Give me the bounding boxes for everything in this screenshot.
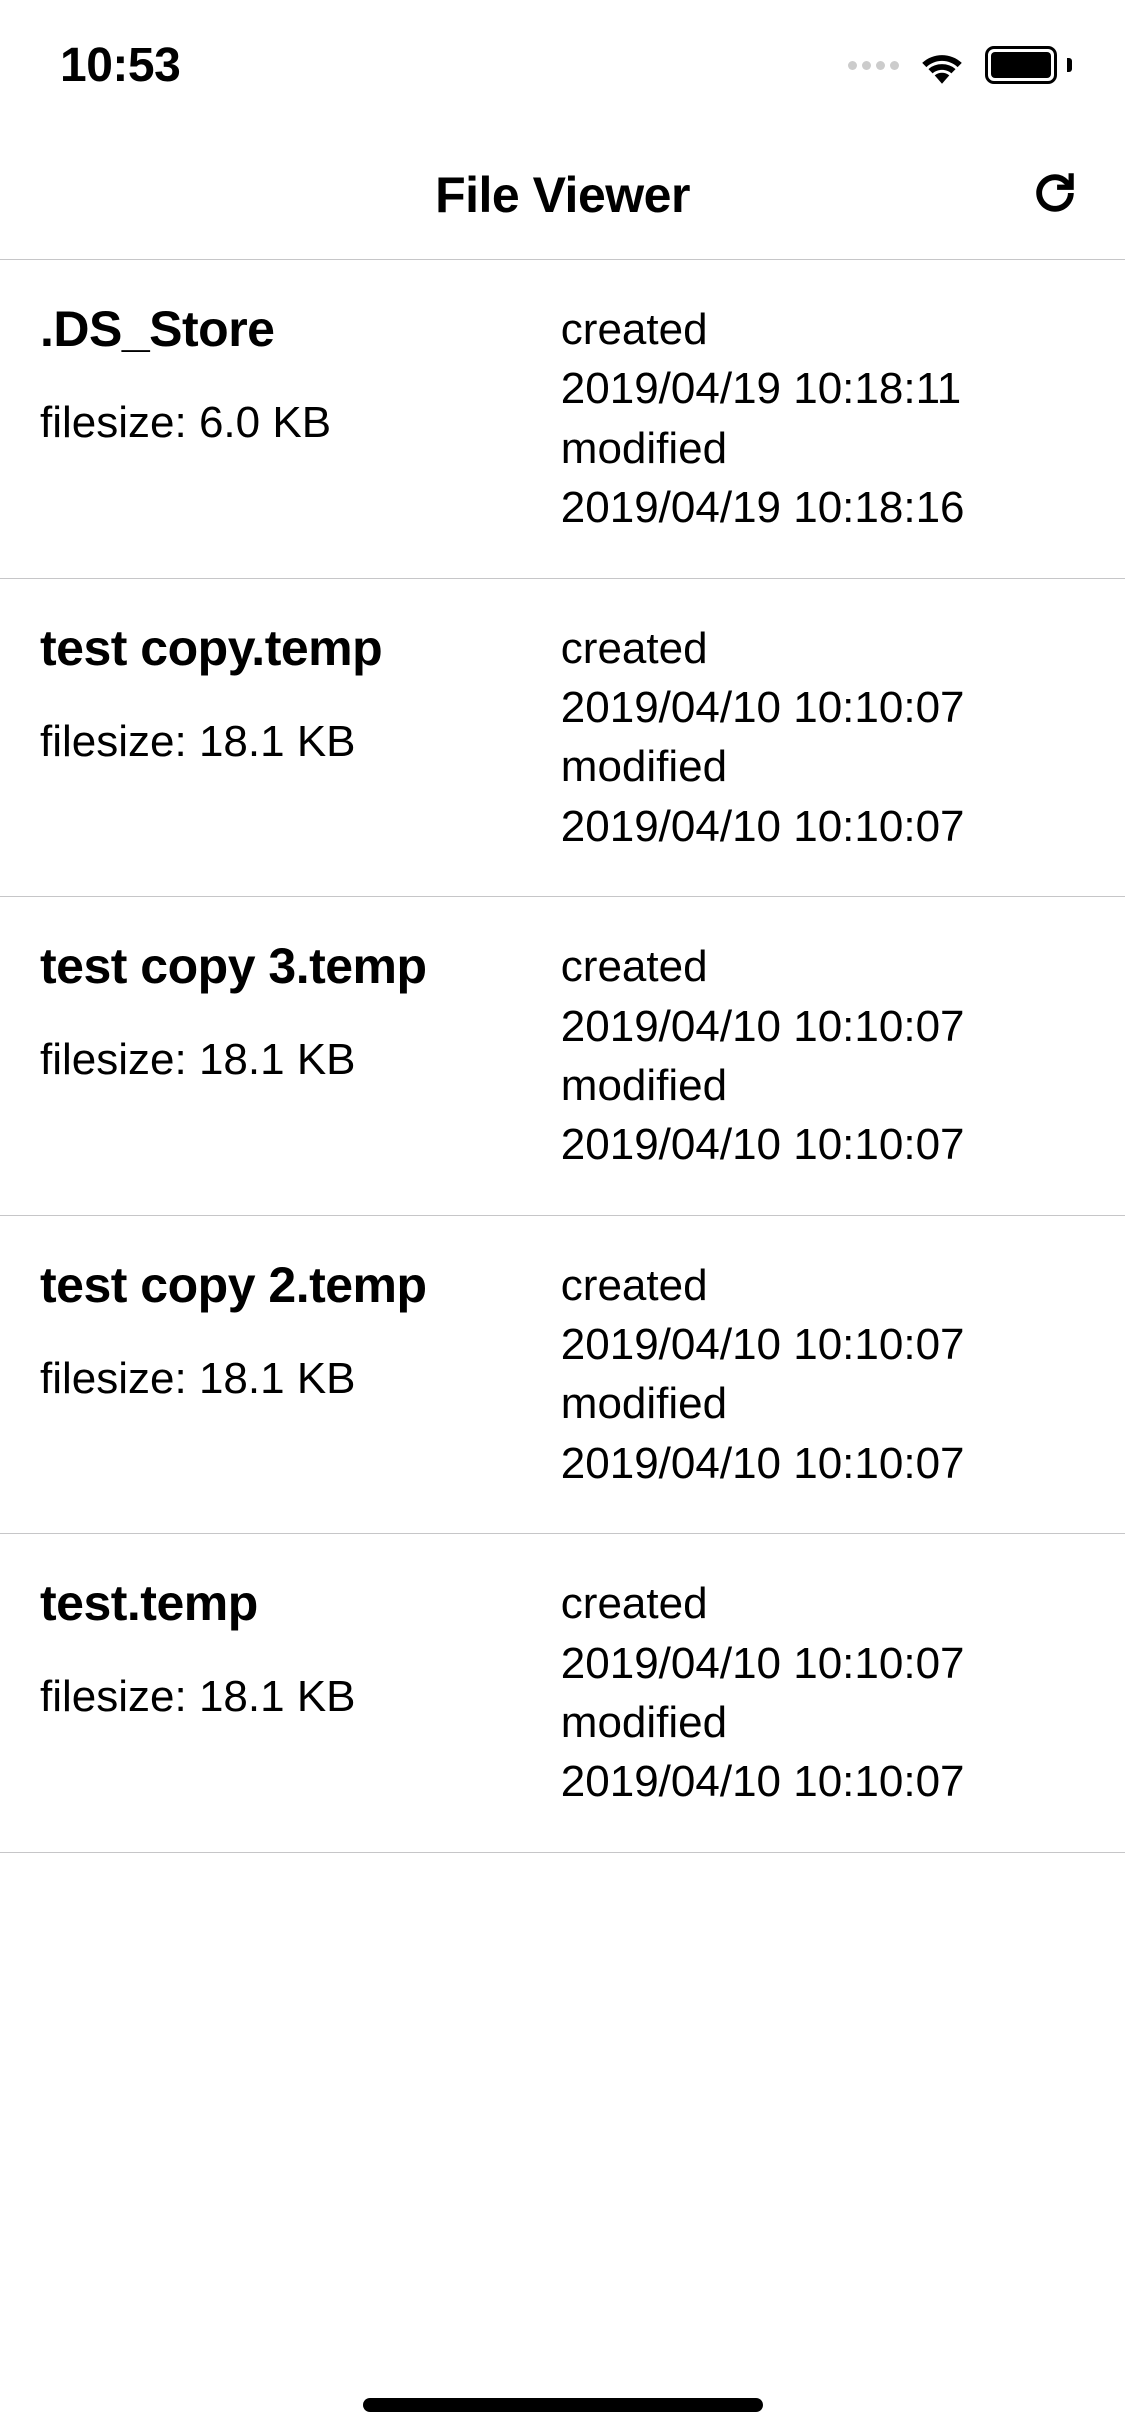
created-value: 2019/04/10 10:10:07 [561,1634,1125,1693]
status-time: 10:53 [60,38,180,93]
created-value: 2019/04/10 10:10:07 [561,1315,1125,1374]
refresh-icon [1030,168,1080,221]
created-label: created [561,1574,1125,1633]
file-size: filesize: 18.1 KB [40,1672,541,1722]
home-indicator[interactable] [363,2398,763,2412]
wifi-icon [917,46,967,84]
created-label: created [561,937,1125,996]
created-value: 2019/04/19 10:18:11 [561,359,1125,418]
page-title: File Viewer [435,166,690,224]
file-row[interactable]: test.temp filesize: 18.1 KB created 2019… [0,1534,1125,1853]
modified-label: modified [561,419,1125,478]
battery-icon [985,46,1065,84]
status-right [848,46,1065,84]
created-label: created [561,1256,1125,1315]
file-size: filesize: 18.1 KB [40,1354,541,1404]
modified-value: 2019/04/10 10:10:07 [561,797,1125,856]
file-row[interactable]: .DS_Store filesize: 6.0 KB created 2019/… [0,260,1125,579]
file-size: filesize: 18.1 KB [40,717,541,767]
created-label: created [561,300,1125,359]
modified-value: 2019/04/19 10:18:16 [561,478,1125,537]
created-label: created [561,619,1125,678]
created-value: 2019/04/10 10:10:07 [561,678,1125,737]
modified-label: modified [561,1374,1125,1433]
file-name: .DS_Store [40,300,541,358]
file-row[interactable]: test copy.temp filesize: 18.1 KB created… [0,579,1125,898]
modified-label: modified [561,1056,1125,1115]
file-name: test.temp [40,1574,541,1632]
created-value: 2019/04/10 10:10:07 [561,997,1125,1056]
nav-bar: File Viewer [0,130,1125,260]
cellular-signal-icon [848,61,899,70]
modified-value: 2019/04/10 10:10:07 [561,1115,1125,1174]
file-list: .DS_Store filesize: 6.0 KB created 2019/… [0,260,1125,1853]
file-size: filesize: 18.1 KB [40,1035,541,1085]
file-row[interactable]: test copy 3.temp filesize: 18.1 KB creat… [0,897,1125,1216]
file-row[interactable]: test copy 2.temp filesize: 18.1 KB creat… [0,1216,1125,1535]
file-name: test copy.temp [40,619,541,677]
file-name: test copy 2.temp [40,1256,541,1314]
modified-value: 2019/04/10 10:10:07 [561,1752,1125,1811]
refresh-button[interactable] [1025,165,1085,225]
status-bar: 10:53 [0,0,1125,130]
file-size: filesize: 6.0 KB [40,398,541,448]
modified-label: modified [561,1693,1125,1752]
file-name: test copy 3.temp [40,937,541,995]
modified-label: modified [561,737,1125,796]
modified-value: 2019/04/10 10:10:07 [561,1434,1125,1493]
